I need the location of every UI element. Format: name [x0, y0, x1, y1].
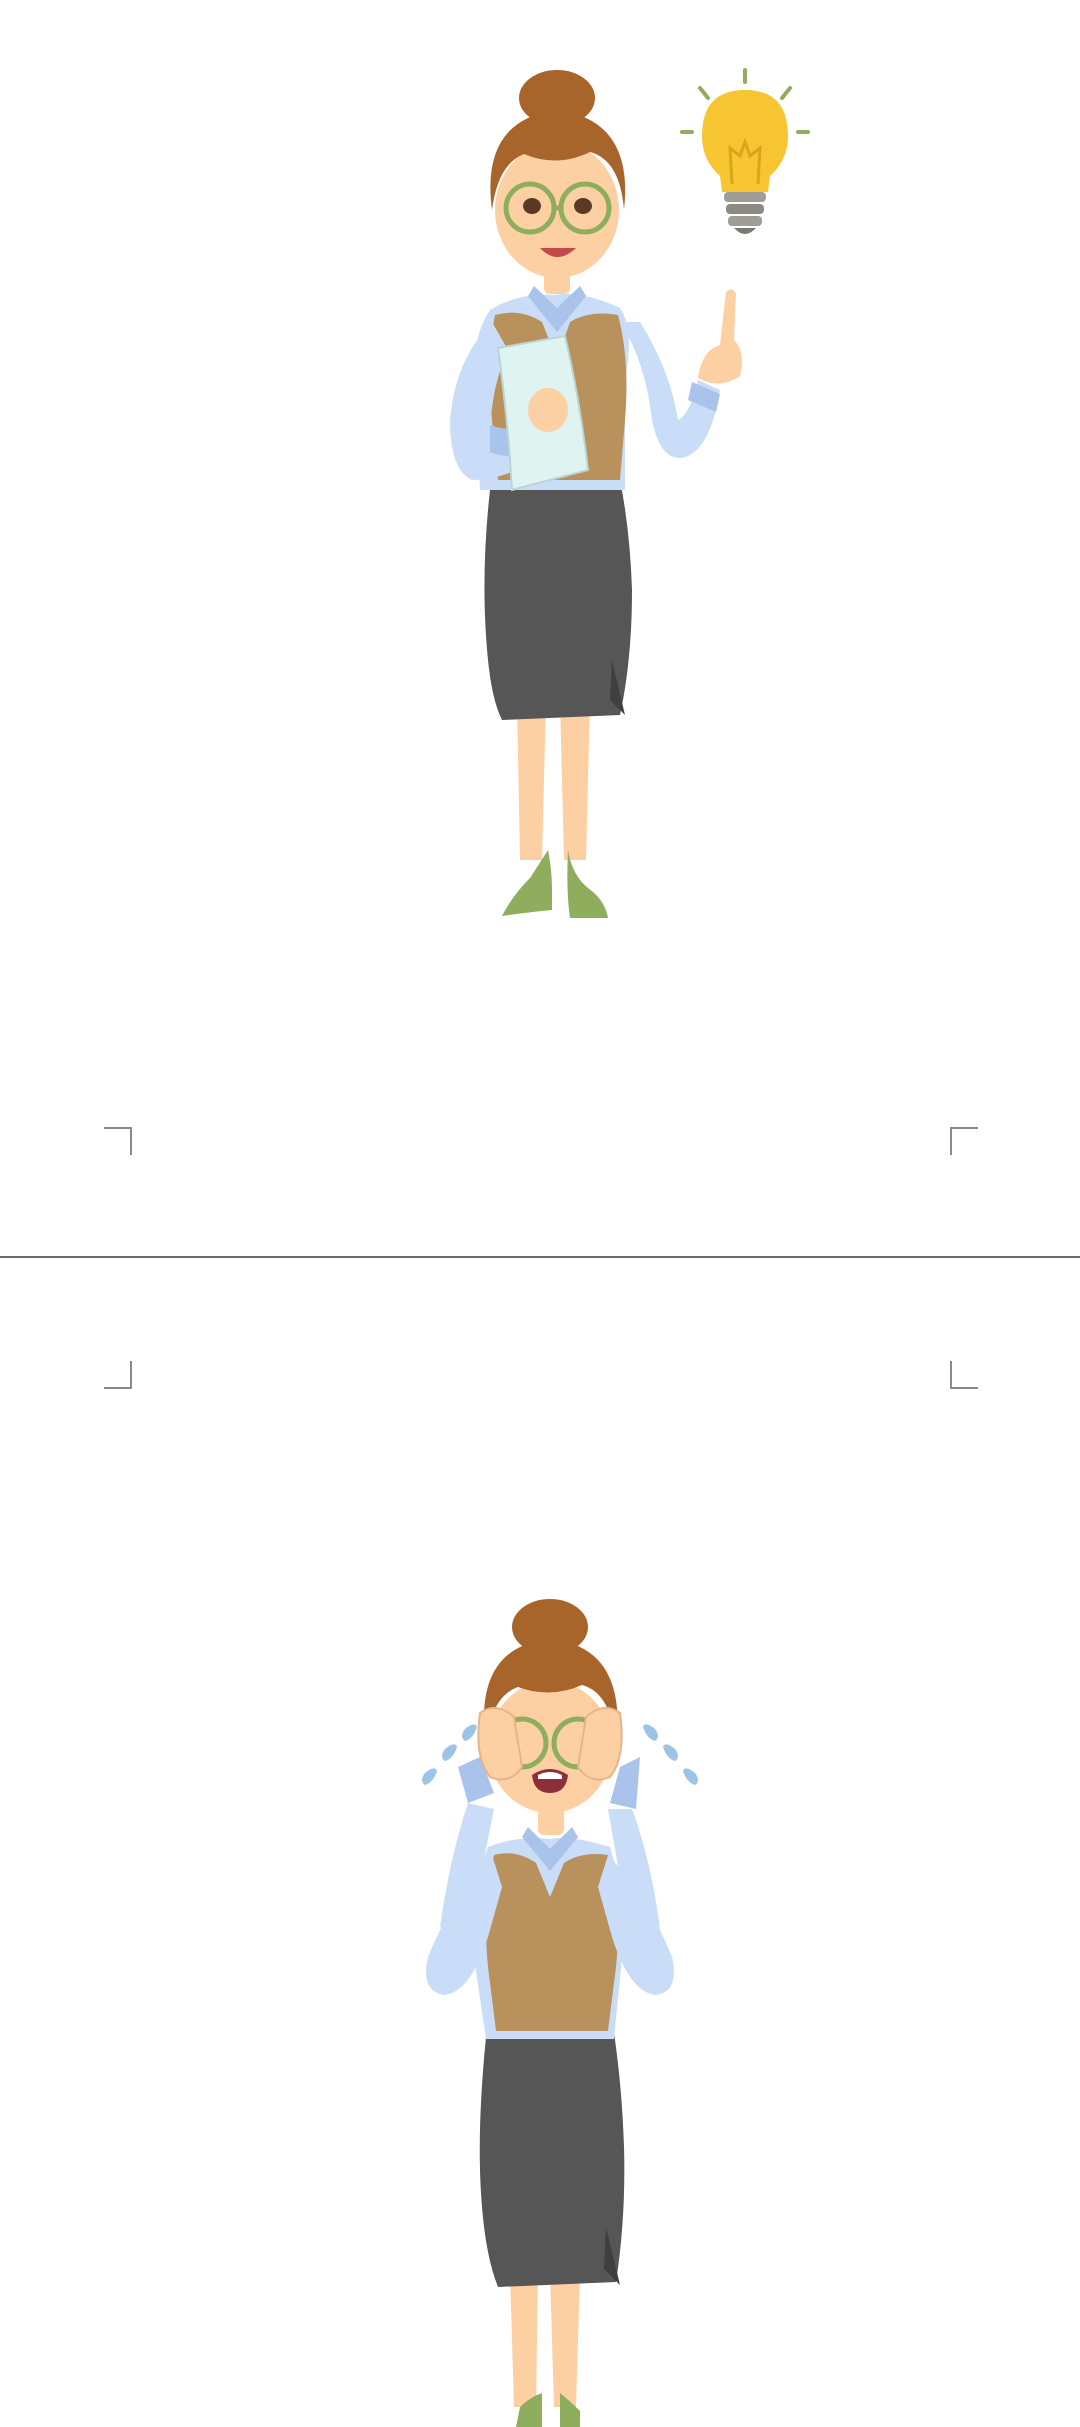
crop-mark-top-right [950, 1127, 978, 1155]
page-break-divider [0, 1256, 1080, 1258]
document-page-1 [0, 0, 1080, 1256]
lightbulb-icon [680, 68, 810, 234]
crop-mark-bottom-left [104, 1361, 132, 1389]
document-page-2 [0, 1259, 1080, 2427]
tear-drops-icon [422, 1724, 698, 1785]
crop-mark-bottom-right [950, 1361, 978, 1389]
crop-mark-top-left [104, 1127, 132, 1155]
